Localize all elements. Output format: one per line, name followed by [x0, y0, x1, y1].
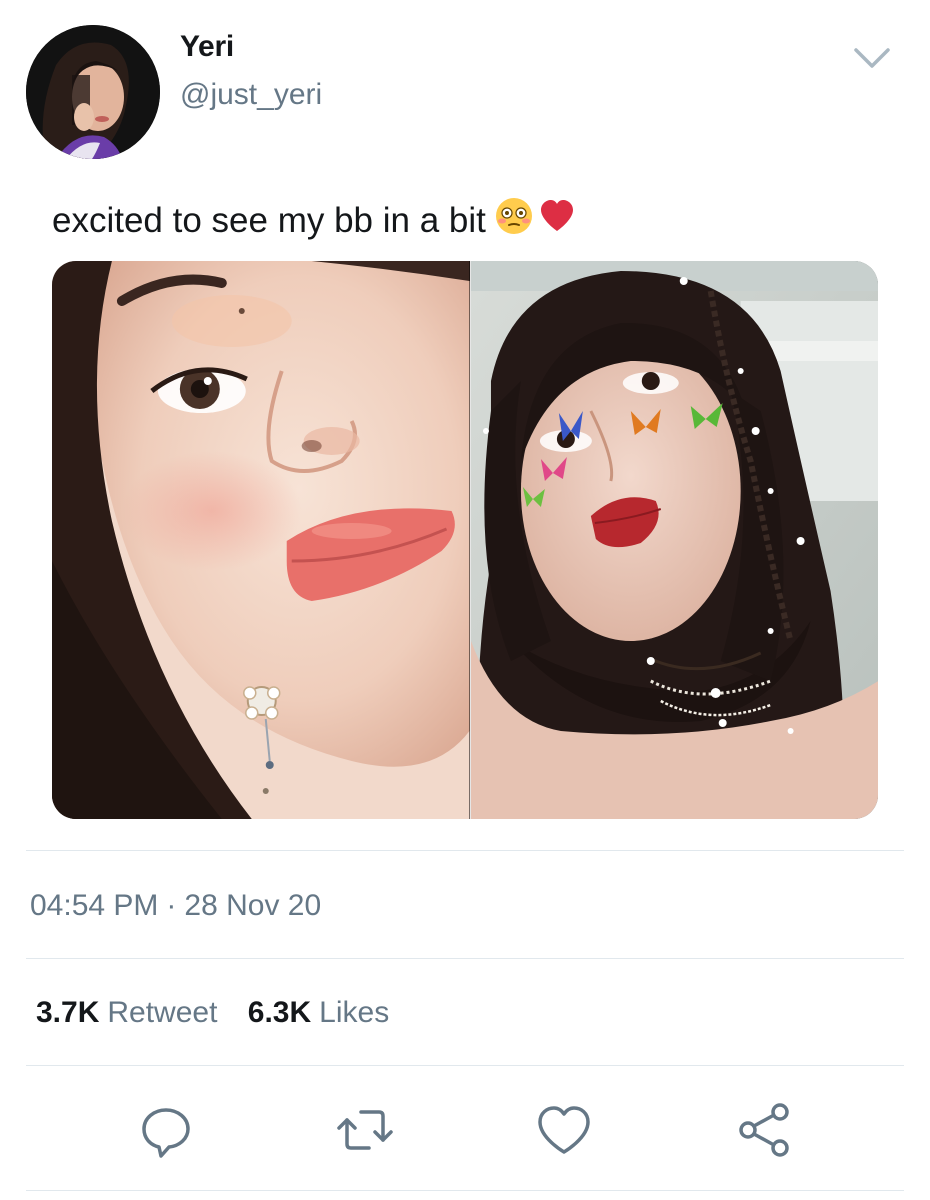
- tweet-timestamp[interactable]: 04:54 PM · 28 Nov 20: [30, 889, 321, 923]
- retweets-stat[interactable]: 3.7K Retweet: [36, 996, 217, 1030]
- flushed-face-emoji-icon: [494, 196, 534, 245]
- divider: [26, 1065, 904, 1066]
- avatar[interactable]: [26, 25, 160, 159]
- timestamp-separator: ·: [166, 889, 177, 922]
- share-icon[interactable]: [734, 1100, 794, 1160]
- photo-1[interactable]: [52, 261, 470, 819]
- heart-icon[interactable]: [534, 1100, 594, 1160]
- likes-count: 6.3K: [247, 996, 312, 1029]
- photo-2-image: [470, 261, 878, 819]
- divider: [26, 850, 904, 851]
- retweets-label: Retweet: [107, 996, 218, 1029]
- tweet-time: 04:54 PM: [30, 889, 159, 922]
- photo-1-image: [52, 261, 470, 819]
- tweet-date: 28 Nov 20: [184, 889, 322, 922]
- tweet-media[interactable]: [52, 261, 878, 819]
- user-handle[interactable]: @just_yeri: [180, 78, 322, 112]
- tweet-text: excited to see my bb in a bit: [52, 200, 486, 240]
- divider: [26, 1190, 904, 1191]
- retweet-icon[interactable]: [335, 1100, 395, 1160]
- display-name[interactable]: Yeri: [180, 30, 234, 64]
- tweet-text-row: excited to see my bb in a bit: [52, 196, 576, 245]
- likes-label: Likes: [319, 996, 390, 1029]
- chevron-down-icon[interactable]: [850, 40, 894, 76]
- retweets-count: 3.7K: [36, 996, 100, 1029]
- photo-2[interactable]: [469, 261, 878, 819]
- likes-stat[interactable]: 6.3K Likes: [248, 996, 389, 1030]
- avatar-image: [26, 25, 160, 159]
- divider: [26, 958, 904, 959]
- reply-icon[interactable]: [136, 1100, 196, 1160]
- red-heart-emoji-icon: [538, 198, 576, 243]
- tweet-stats: 3.7K Retweet 6.3K Likes: [36, 996, 389, 1030]
